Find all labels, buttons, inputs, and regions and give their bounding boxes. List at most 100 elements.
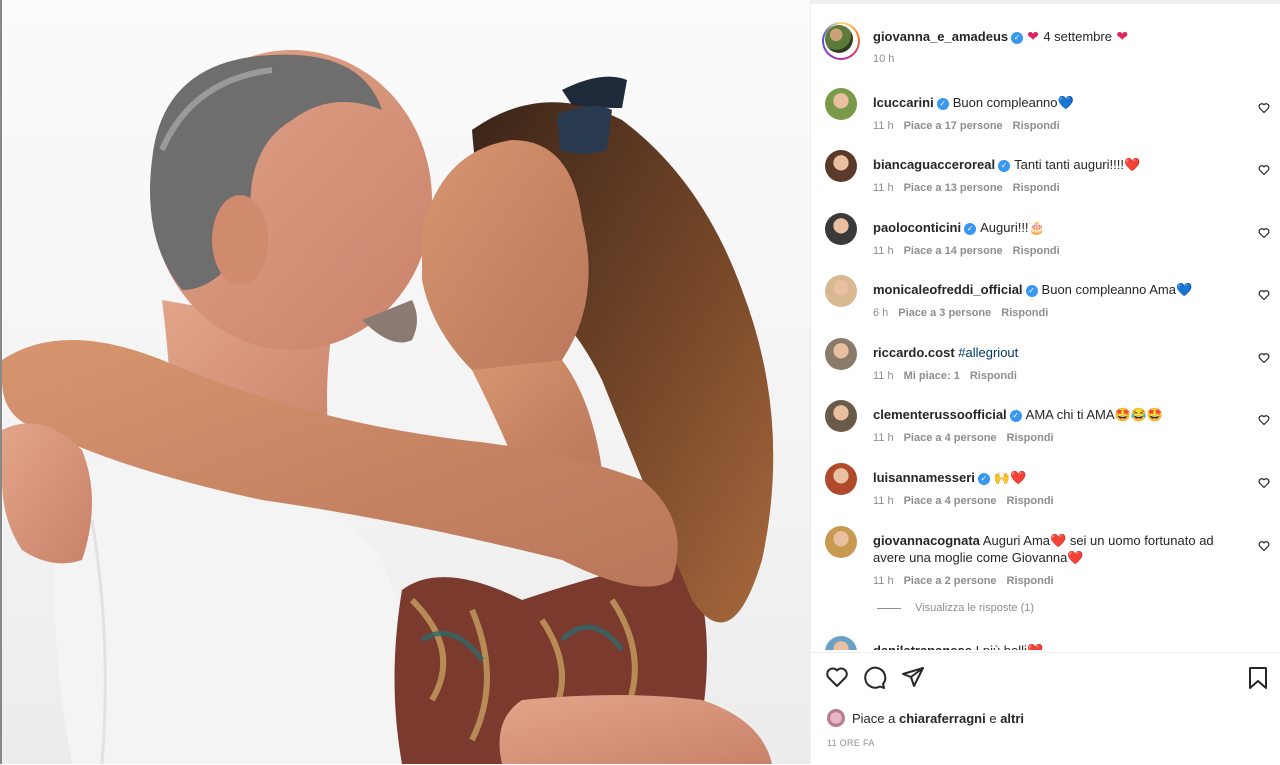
comment-likes-count[interactable]: Piace a 2 persone <box>904 575 997 587</box>
comment-text-line: lcuccarini ✓ Buon compleanno💙 <box>873 94 1231 111</box>
post-side-panel: giovanna_e_amadeus ✓ ❤ 4 settembre ❤ 10 h … <box>810 0 1280 764</box>
comment-text-line: danilatrapanese I più belli❤️ <box>873 642 1231 650</box>
commenter-avatar[interactable] <box>825 526 857 558</box>
comment-like-heart-icon[interactable] <box>1258 102 1270 114</box>
author-username[interactable]: giovanna_e_amadeus <box>873 29 1008 44</box>
comment-likes-count[interactable]: Piace a 13 persone <box>904 182 1003 194</box>
comment-time: 11 h <box>873 182 894 194</box>
comment-meta: 11 h Mi piace: 1 Rispondi <box>873 370 1231 382</box>
comment-text-line: monicaleofreddi_official ✓ Buon compleanno… <box>873 281 1231 298</box>
comment-meta: 11 h Piace a 4 persone Rispondi <box>873 495 1231 507</box>
caption-time: 10 h <box>873 53 895 65</box>
share-send-icon[interactable] <box>901 666 925 693</box>
comment-text: Tanti tanti auguri!!!! <box>1014 157 1124 172</box>
couple-kiss-photo <box>2 50 774 764</box>
comment-meta: 11 h Piace a 2 persone Rispondi <box>873 575 1231 587</box>
comment-like-heart-icon[interactable] <box>1258 477 1270 489</box>
commenter-avatar[interactable] <box>825 338 857 370</box>
commenter-avatar[interactable] <box>825 463 857 495</box>
commenter-username[interactable]: giovannacognata <box>873 533 980 548</box>
reply-button[interactable]: Rispondi <box>1001 307 1048 319</box>
comment-like-heart-icon[interactable] <box>1258 352 1270 364</box>
likes-others-link[interactable]: altri <box>1000 711 1024 726</box>
comment-time: 11 h <box>873 432 894 444</box>
commenter-avatar[interactable] <box>825 88 857 120</box>
comment-text-line: clementerussoofficial ✓ AMA chi ti AMA🤩😂🤩 <box>873 406 1231 423</box>
author-avatar <box>825 25 853 53</box>
comment-like-heart-icon[interactable] <box>1258 414 1270 426</box>
commenter-avatar[interactable] <box>825 213 857 245</box>
comment-likes-count[interactable]: Piace a 4 persone <box>904 495 997 507</box>
post-photo[interactable] <box>0 0 810 764</box>
comment-text: I più belli <box>976 643 1027 650</box>
comment-time: 6 h <box>873 307 889 319</box>
verified-icon: ✓ <box>977 473 990 485</box>
comment-time: 11 h <box>873 245 894 257</box>
likes-summary[interactable]: Piace a chiaraferragni e altri <box>827 709 1024 727</box>
comment-text: AMA chi ti AMA <box>1025 407 1115 422</box>
comment-likes-count[interactable]: Piace a 4 persone <box>904 432 997 444</box>
comment-text-line: giovannacognata Auguri Ama❤️ sei un uomo… <box>873 532 1231 566</box>
verified-icon: ✓ <box>1009 410 1022 422</box>
commenter-username[interactable]: luisannamesseri <box>873 470 975 485</box>
comment-emoji: 💙 <box>1057 95 1074 110</box>
comment-time: 11 h <box>873 575 894 587</box>
view-replies-button[interactable]: Visualizza le risposte (1) <box>877 602 1034 614</box>
author-avatar-story-ring[interactable] <box>822 22 860 60</box>
heart-emoji: ❤ <box>1027 28 1039 44</box>
comment-text-line: paoloconticini ✓ Auguri!!!🎂 <box>873 219 1231 236</box>
like-heart-icon[interactable] <box>825 666 849 693</box>
comment-like-heart-icon[interactable] <box>1258 289 1270 301</box>
commenter-username[interactable]: monicaleofreddi_official <box>873 282 1023 297</box>
comment-meta: 11 h Piace a 4 persone Rispondi <box>873 432 1231 444</box>
verified-icon: ✓ <box>1025 285 1038 297</box>
comment-likes-count[interactable]: Piace a 17 persone <box>904 120 1003 132</box>
comment-time: 11 h <box>873 370 894 382</box>
save-bookmark-icon[interactable] <box>1247 666 1269 695</box>
comment-like-heart-icon[interactable] <box>1258 164 1270 176</box>
comment-likes-count[interactable]: Piace a 3 persone <box>898 307 991 319</box>
comment-like-heart-icon[interactable] <box>1258 540 1270 552</box>
heart-emoji: ❤ <box>1116 28 1129 44</box>
commenter-username[interactable]: biancaguacceroreal <box>873 157 995 172</box>
replies-divider <box>877 607 901 609</box>
comment-meta: 6 h Piace a 3 persone Rispondi <box>873 307 1231 319</box>
comments-list[interactable]: lcuccarini ✓ Buon compleanno💙 11 h Piace a 1… <box>811 76 1280 650</box>
liker-username[interactable]: chiaraferragni <box>899 711 986 726</box>
commenter-username[interactable]: riccardo.cost <box>873 345 955 360</box>
comment-emoji: ❤️ <box>1067 550 1084 565</box>
comment-emoji: ❤️ <box>1027 643 1043 650</box>
comment-text: Buon compleanno <box>952 95 1058 110</box>
comment-likes-count[interactable]: Mi piace: 1 <box>904 370 960 382</box>
reply-button[interactable]: Rispondi <box>1007 495 1054 507</box>
caption-text: 4 settembre <box>1043 29 1112 44</box>
comment-likes-count[interactable]: Piace a 14 persone <box>904 245 1003 257</box>
comment-text: Buon compleanno Ama <box>1041 282 1176 297</box>
post-timestamp: 11 ORE FA <box>827 738 875 748</box>
comment-emoji: 🤩😂🤩 <box>1114 407 1164 422</box>
reply-button[interactable]: Rispondi <box>970 370 1017 382</box>
comment-emoji: 🙌❤️ <box>993 470 1027 485</box>
reply-button[interactable]: Rispondi <box>1013 245 1060 257</box>
commenter-username[interactable]: lcuccarini <box>873 95 934 110</box>
commenter-avatar[interactable] <box>825 636 857 650</box>
commenter-avatar[interactable] <box>825 275 857 307</box>
reply-button[interactable]: Rispondi <box>1013 182 1060 194</box>
comment-text: Auguri!!! <box>980 220 1029 235</box>
commenter-avatar[interactable] <box>825 400 857 432</box>
comment-text-line: luisannamesseri ✓ 🙌❤️ <box>873 469 1231 486</box>
reply-button[interactable]: Rispondi <box>1013 120 1060 132</box>
comment-like-heart-icon[interactable] <box>1258 227 1270 239</box>
comment-emoji: 💙 <box>1175 282 1193 297</box>
commenter-avatar[interactable] <box>825 150 857 182</box>
reply-button[interactable]: Rispondi <box>1007 432 1054 444</box>
comment-text-line: biancaguacceroreal ✓ Tanti tanti auguri!!!… <box>873 156 1231 173</box>
comment-emoji: ❤️ <box>1123 157 1141 172</box>
reply-button[interactable]: Rispondi <box>1007 575 1054 587</box>
comment-time: 11 h <box>873 120 894 132</box>
commenter-username[interactable]: danilatrapanese <box>873 643 972 650</box>
comment-bubble-icon[interactable] <box>863 666 887 695</box>
commenter-username[interactable]: paoloconticini <box>873 220 961 235</box>
commenter-username[interactable]: clementerussoofficial <box>873 407 1007 422</box>
comment-meta: 11 h Piace a 17 persone Rispondi <box>873 120 1231 132</box>
